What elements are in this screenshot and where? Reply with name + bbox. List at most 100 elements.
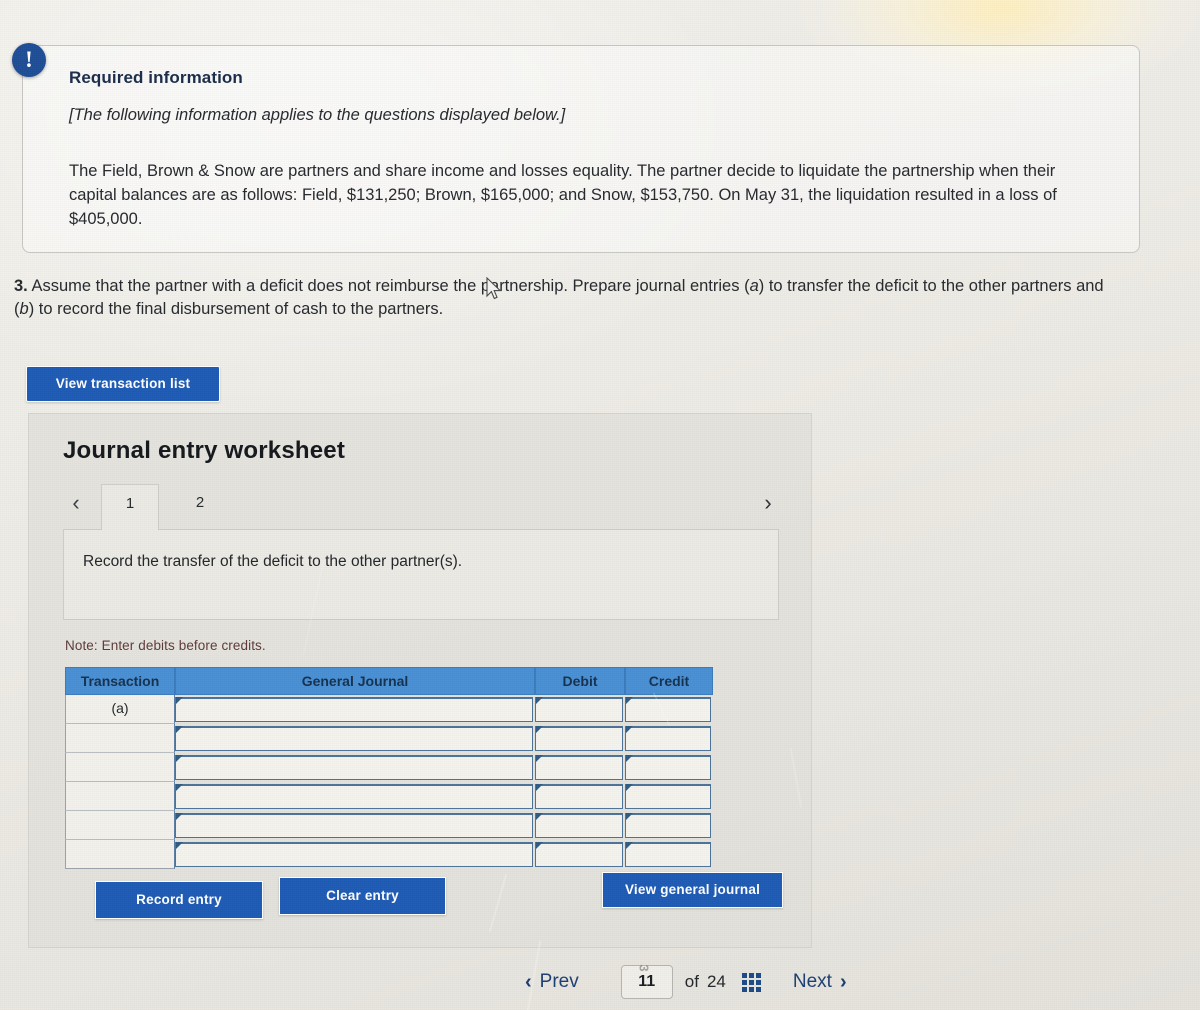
table-body: (a) — [65, 695, 715, 869]
page-number-value: 11 — [638, 973, 656, 990]
table-row — [65, 753, 715, 782]
cell-transaction — [65, 811, 175, 840]
general-journal-input[interactable] — [175, 842, 533, 867]
credit-input[interactable] — [625, 813, 711, 838]
chevron-right-icon: › — [839, 970, 847, 993]
debit-input[interactable] — [535, 755, 623, 780]
cell-general-journal[interactable] — [175, 840, 535, 869]
credit-input[interactable] — [625, 726, 711, 751]
question-text: 3. Assume that the partner with a defici… — [14, 275, 1124, 321]
cell-credit[interactable] — [625, 840, 713, 869]
chevron-left-icon: ‹ — [525, 970, 532, 993]
debit-input[interactable] — [535, 726, 623, 751]
worksheet-prev-arrow[interactable]: ‹ — [65, 488, 87, 518]
grid-dot — [755, 986, 761, 992]
worksheet-tab-1[interactable]: 1 — [101, 484, 159, 530]
general-journal-input[interactable] — [175, 755, 533, 780]
journal-entry-worksheet-panel: Journal entry worksheet ‹ 1 2 › Record t… — [28, 413, 812, 948]
worksheet-tab-2[interactable]: 2 — [171, 484, 229, 530]
cell-debit[interactable] — [535, 724, 625, 753]
cell-debit[interactable] — [535, 840, 625, 869]
cell-credit[interactable] — [625, 782, 713, 811]
debit-input[interactable] — [535, 697, 623, 722]
grid-dot — [748, 979, 754, 985]
column-header-credit: Credit — [625, 667, 713, 695]
cell-debit[interactable] — [535, 782, 625, 811]
credit-input[interactable] — [625, 842, 711, 867]
table-row — [65, 840, 715, 869]
cell-credit[interactable] — [625, 724, 713, 753]
view-transaction-list-button[interactable]: View transaction list — [26, 366, 220, 402]
pagination-footer: ‹ Prev 3 11 of 24 Next › — [525, 958, 925, 1006]
cell-credit[interactable] — [625, 753, 713, 782]
cell-debit[interactable] — [535, 753, 625, 782]
cell-transaction — [65, 753, 175, 782]
debits-before-credits-note: Note: Enter debits before credits. — [65, 638, 266, 653]
required-information-note: [The following information applies to th… — [69, 106, 566, 124]
grid-dot — [748, 972, 754, 978]
journal-entry-table: Transaction General Journal Debit Credit… — [65, 667, 715, 869]
exclamation-icon: ! — [12, 43, 46, 77]
grid-dot — [748, 986, 754, 992]
next-label: Next — [792, 971, 832, 992]
cell-debit[interactable] — [535, 695, 625, 724]
cell-general-journal[interactable] — [175, 695, 535, 724]
total-pages-label: 24 — [706, 972, 726, 991]
page-number-input[interactable]: 3 11 — [620, 964, 673, 999]
general-journal-input[interactable] — [175, 813, 533, 838]
prev-page-button[interactable]: ‹ Prev — [525, 971, 579, 994]
cell-general-journal[interactable] — [175, 724, 535, 753]
table-header-row: Transaction General Journal Debit Credit — [65, 667, 715, 695]
worksheet-instruction-panel: Record the transfer of the deficit to th… — [63, 529, 779, 620]
cell-credit[interactable] — [625, 811, 713, 840]
cell-transaction — [65, 782, 175, 811]
question-label-a: a — [749, 277, 759, 295]
question-part-1: Assume that the partner with a deficit d… — [27, 277, 750, 295]
table-row — [65, 724, 715, 753]
cell-transaction — [65, 724, 175, 753]
grid-dot — [755, 979, 761, 985]
required-information-panel: Required information [The following info… — [22, 45, 1140, 253]
grid-dot — [741, 972, 747, 978]
exclamation-glyph: ! — [25, 46, 33, 72]
worksheet-title: Journal entry worksheet — [63, 437, 346, 464]
column-header-general-journal: General Journal — [175, 667, 535, 695]
credit-input[interactable] — [625, 784, 711, 809]
cell-general-journal[interactable] — [175, 753, 535, 782]
grid-dot — [755, 972, 761, 978]
view-general-journal-button[interactable]: View general journal — [602, 872, 783, 908]
table-row — [65, 782, 715, 811]
cell-general-journal[interactable] — [175, 782, 535, 811]
debit-input[interactable] — [535, 813, 623, 838]
question-part-3: ) to record the final disbursement of ca… — [28, 300, 444, 318]
grid-dot — [741, 979, 747, 985]
worksheet-next-arrow[interactable]: › — [757, 488, 779, 518]
clear-entry-button[interactable]: Clear entry — [279, 877, 446, 915]
grid-dot — [741, 986, 747, 992]
cell-general-journal[interactable] — [175, 811, 535, 840]
worksheet-instruction-text: Record the transfer of the deficit to th… — [83, 553, 463, 570]
cell-debit[interactable] — [535, 811, 625, 840]
debit-input[interactable] — [535, 784, 623, 809]
column-header-debit: Debit — [535, 667, 625, 695]
prev-label: Prev — [539, 971, 579, 992]
required-information-title: Required information — [69, 68, 243, 87]
table-row — [65, 811, 715, 840]
required-information-body: The Field, Brown & Snow are partners and… — [69, 162, 1057, 228]
next-page-button[interactable]: Next › — [793, 971, 847, 994]
cell-transaction — [65, 840, 175, 869]
general-journal-input[interactable] — [175, 726, 533, 751]
record-entry-button[interactable]: Record entry — [95, 881, 263, 919]
question-label-b: b — [19, 300, 29, 318]
debit-input[interactable] — [535, 842, 623, 867]
grid-view-icon[interactable] — [741, 972, 761, 992]
worksheet-tab-row: ‹ 1 2 › — [63, 484, 779, 530]
column-header-transaction: Transaction — [65, 667, 175, 695]
credit-input[interactable] — [625, 697, 711, 722]
general-journal-input[interactable] — [175, 697, 533, 722]
credit-input[interactable] — [625, 755, 711, 780]
cell-credit[interactable] — [625, 695, 713, 724]
question-number: 3. — [14, 277, 28, 295]
cell-transaction: (a) — [65, 695, 175, 724]
general-journal-input[interactable] — [175, 784, 533, 809]
